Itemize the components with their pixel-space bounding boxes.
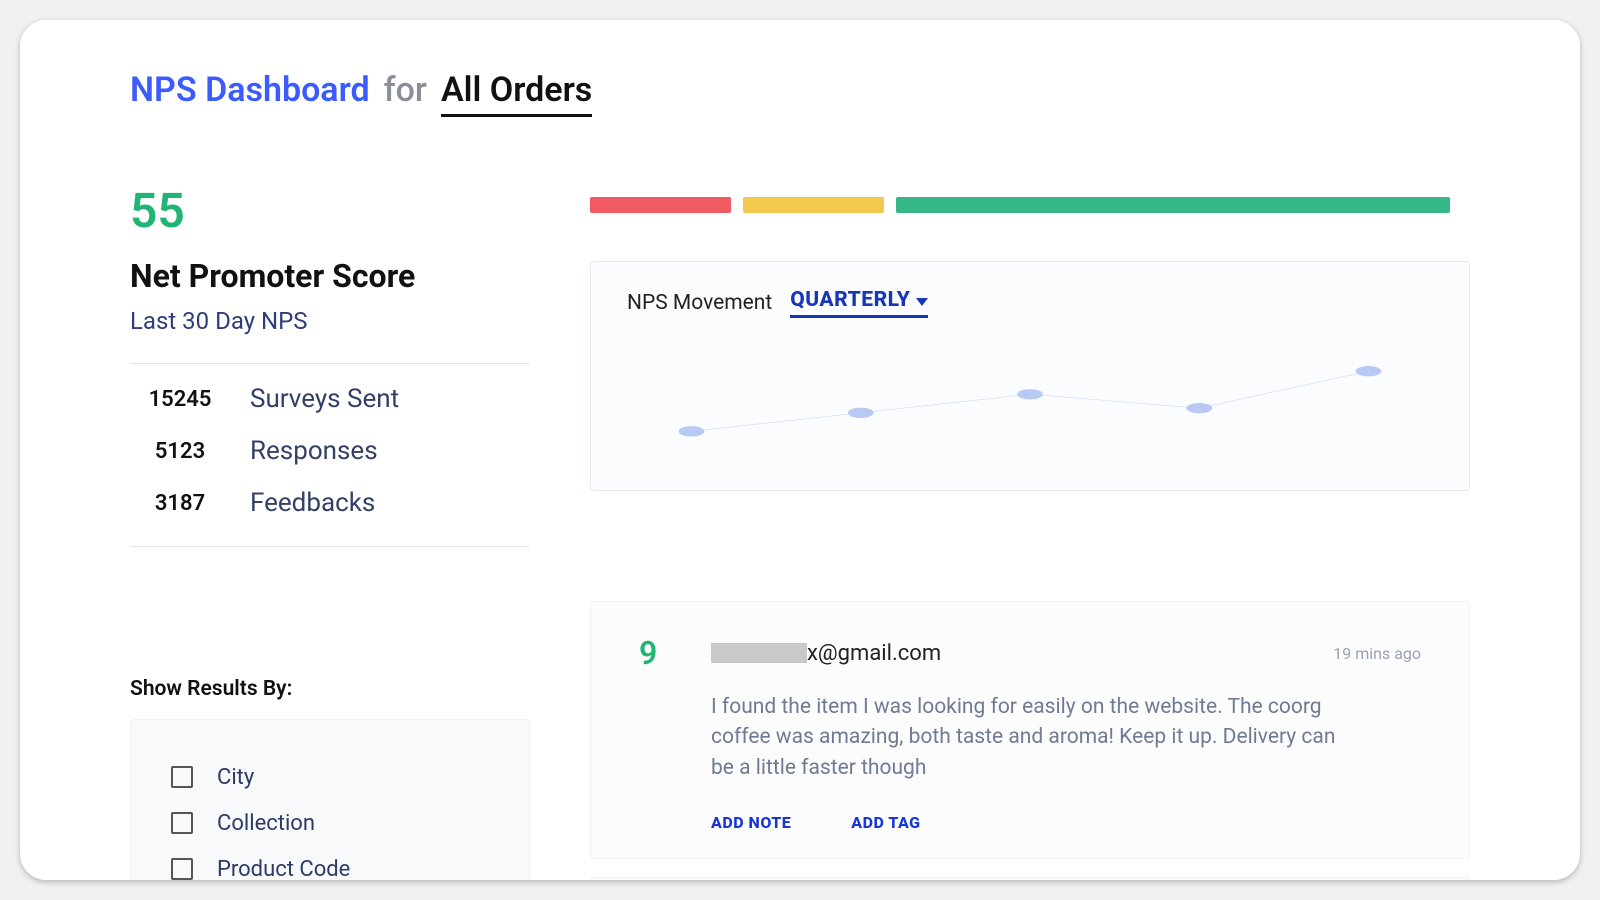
redacted-block [711,643,807,663]
filter-option-city[interactable]: City [171,754,489,800]
divider [130,546,530,547]
chart-point [1356,366,1382,376]
page-header: NPS Dashboard for All Orders [130,70,1470,117]
filter-label: Collection [217,811,315,836]
feedback-timestamp: 19 mins ago [1333,644,1421,663]
scope-selector[interactable]: All Orders [441,70,592,117]
chart-area [627,342,1433,472]
right-column: NPS Movement QUARTERLY 9 x@gmail.com [590,187,1470,880]
chart-point [1186,403,1212,413]
header-for: for [384,70,427,110]
stats-block: 15245 Surveys Sent 5123 Responses 3187 F… [130,384,530,518]
filter-label: Product Code [217,857,350,881]
nps-score-value: 55 [130,187,530,235]
stat-label: Feedbacks [250,488,530,518]
nps-distribution-bar [590,197,1470,213]
feedback-card[interactable]: 9 x@gmail.com 19 mins ago I found the it… [590,601,1470,859]
filter-label: City [217,765,254,790]
filter-box: City Collection Product Code Delivery Ti… [130,719,530,880]
distribution-segment [896,197,1450,213]
left-column: 55 Net Promoter Score Last 30 Day NPS 15… [130,187,530,880]
nps-movement-card: NPS Movement QUARTERLY [590,261,1470,491]
stat-value: 15245 [130,387,230,412]
checkbox-icon[interactable] [171,858,193,880]
chevron-down-icon [916,298,928,306]
page-title: NPS Dashboard [130,70,370,110]
nps-score-label: Net Promoter Score [130,257,530,295]
filter-title: Show Results By: [130,677,530,701]
filter-option-collection[interactable]: Collection [171,800,489,846]
stat-value: 5123 [130,439,230,464]
distribution-segment [590,197,731,213]
feedback-actions: ADD NOTE ADD TAG [711,813,1421,832]
feedback-email: x@gmail.com [711,641,1325,666]
feedback-card-next[interactable] [590,877,1470,880]
add-note-button[interactable]: ADD NOTE [711,813,791,832]
chart-point [679,426,705,436]
checkbox-icon[interactable] [171,766,193,788]
chart-title: NPS Movement [627,291,772,315]
chart-period-label: QUARTERLY [790,288,910,312]
filter-option-product-code[interactable]: Product Code [171,846,489,880]
dashboard-window: NPS Dashboard for All Orders 55 Net Prom… [20,20,1580,880]
chart-point [1017,389,1043,399]
chart-period-selector[interactable]: QUARTERLY [790,288,928,318]
distribution-segment [743,197,884,213]
stat-label: Surveys Sent [250,384,530,414]
chart-point [848,408,874,418]
line-chart [627,342,1433,472]
stat-value: 3187 [130,491,230,516]
feedback-score: 9 [639,634,703,672]
chart-header: NPS Movement QUARTERLY [627,288,1433,318]
checkbox-icon[interactable] [171,812,193,834]
divider [130,363,530,364]
feedback-body: I found the item I was looking for easil… [711,692,1351,783]
stat-label: Responses [250,436,530,466]
feedback-email-visible: x@gmail.com [807,641,941,666]
add-tag-button[interactable]: ADD TAG [851,813,920,832]
nps-score-sublabel: Last 30 Day NPS [130,307,530,335]
